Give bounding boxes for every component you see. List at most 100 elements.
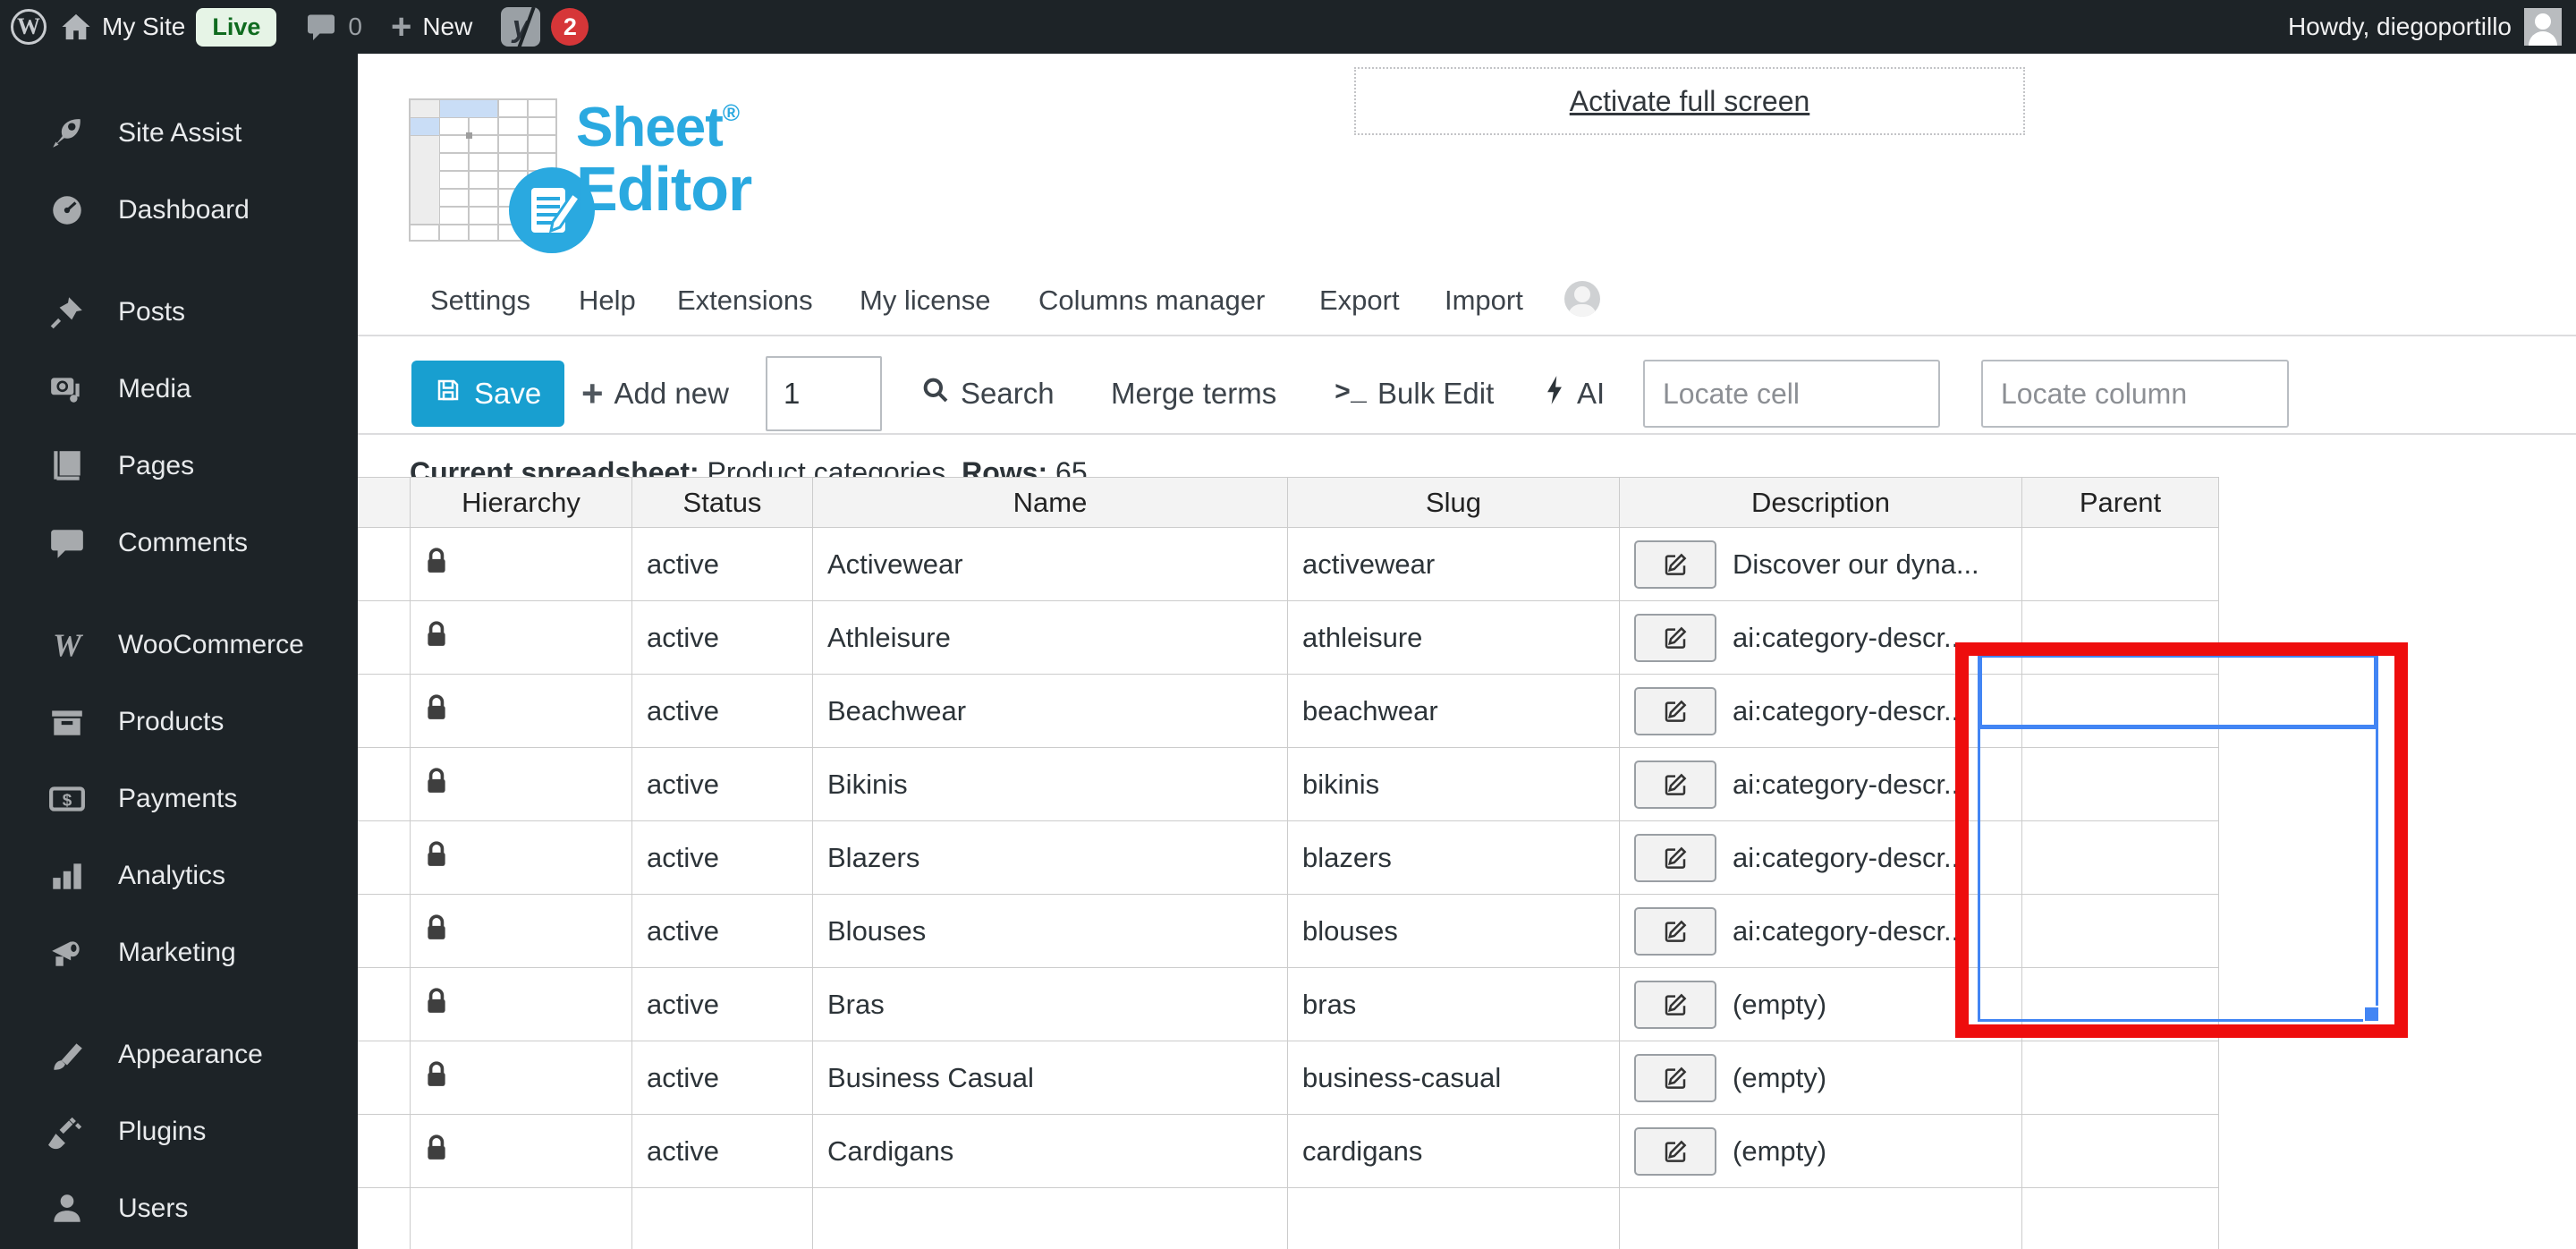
cell-parent[interactable] — [2021, 600, 2219, 675]
cell-status[interactable]: active — [631, 1041, 813, 1115]
cell-slug[interactable]: activewear — [1287, 527, 1620, 601]
admin-bar-account[interactable]: Howdy, diegoportillo — [2288, 8, 2576, 46]
header-slug[interactable]: Slug — [1287, 477, 1620, 528]
ai-button[interactable]: AI — [1543, 375, 1605, 412]
cell-status[interactable]: active — [631, 894, 813, 968]
cell-name[interactable]: Athleisure — [812, 600, 1288, 675]
cell-hierarchy[interactable] — [410, 600, 632, 675]
cell-parent[interactable] — [2021, 1041, 2219, 1115]
sidebar-item-plugins[interactable]: Plugins — [0, 1093, 358, 1170]
locate-cell-input[interactable] — [1643, 360, 1940, 428]
cell-description[interactable]: (empty) — [1619, 967, 2022, 1041]
menu-columns-manager[interactable]: Columns manager — [1038, 285, 1265, 317]
sidebar-item-comments[interactable]: Comments — [0, 505, 358, 582]
cell-status[interactable]: active — [631, 527, 813, 601]
merge-terms-button[interactable]: Merge terms — [1111, 377, 1276, 411]
sidebar-item-pages[interactable]: Pages — [0, 428, 358, 505]
sidebar-item-appearance[interactable]: Appearance — [0, 1016, 358, 1093]
cell-slug[interactable]: beachwear — [1287, 674, 1620, 748]
cell-slug[interactable]: bras — [1287, 967, 1620, 1041]
cell-parent[interactable] — [2021, 747, 2219, 821]
cell-status[interactable]: active — [631, 674, 813, 748]
menu-export[interactable]: Export — [1319, 285, 1400, 317]
admin-bar-comments[interactable]: 0 — [291, 0, 377, 54]
cell-hierarchy[interactable] — [410, 1041, 632, 1115]
cell-description[interactable]: (empty) — [1619, 1041, 2022, 1115]
sidebar-item-marketing[interactable]: Marketing — [0, 914, 358, 991]
save-button[interactable]: Save — [411, 361, 565, 427]
cell-name[interactable]: Blouses — [812, 894, 1288, 968]
cell-status[interactable]: active — [631, 967, 813, 1041]
cell-hierarchy[interactable] — [410, 674, 632, 748]
add-count-input[interactable] — [766, 356, 882, 431]
cell-description-selected[interactable]: ai:category-descr... — [1619, 600, 2022, 675]
cell-status[interactable]: active — [631, 600, 813, 675]
cell-name[interactable]: Business Casual — [812, 1041, 1288, 1115]
cell-name[interactable]: Blazers — [812, 820, 1288, 895]
sidebar-item-users[interactable]: Users — [0, 1170, 358, 1247]
locate-column-input[interactable] — [1981, 360, 2289, 428]
cell-slug[interactable]: business-casual — [1287, 1041, 1620, 1115]
cell-hierarchy[interactable] — [410, 1114, 632, 1188]
cell-hierarchy[interactable] — [410, 747, 632, 821]
header-parent[interactable]: Parent — [2021, 477, 2219, 528]
menu-help[interactable]: Help — [579, 285, 636, 317]
cell-parent[interactable] — [2021, 967, 2219, 1041]
edit-description-button[interactable] — [1634, 760, 1716, 809]
header-hierarchy[interactable]: Hierarchy — [410, 477, 632, 528]
cell-hierarchy[interactable] — [410, 527, 632, 601]
cell-name[interactable]: Beachwear — [812, 674, 1288, 748]
edit-description-button[interactable] — [1634, 1053, 1716, 1102]
cell-hierarchy[interactable] — [410, 894, 632, 968]
sidebar-item-posts[interactable]: Posts — [0, 274, 358, 351]
sidebar-item-payments[interactable]: $ Payments — [0, 760, 358, 837]
header-status[interactable]: Status — [631, 477, 813, 528]
cell-name[interactable]: Activewear — [812, 527, 1288, 601]
fill-handle[interactable] — [2363, 1006, 2380, 1023]
cell-hierarchy[interactable] — [410, 967, 632, 1041]
cell-parent[interactable] — [2021, 674, 2219, 748]
header-name[interactable]: Name — [812, 477, 1288, 528]
menu-avatar-icon[interactable] — [1564, 281, 1600, 317]
sidebar-item-products[interactable]: Products — [0, 684, 358, 760]
cell-description-selected[interactable]: ai:category-descr... — [1619, 674, 2022, 748]
edit-description-button[interactable] — [1634, 686, 1716, 735]
cell-parent[interactable] — [2021, 1114, 2219, 1188]
cell-name[interactable]: Bikinis — [812, 747, 1288, 821]
cell-name[interactable]: Bras — [812, 967, 1288, 1041]
cell-description-selected[interactable]: ai:category-descr... — [1619, 820, 2022, 895]
menu-my-license[interactable]: My license — [860, 285, 990, 317]
menu-extensions[interactable]: Extensions — [677, 285, 813, 317]
cell-description-selected[interactable]: ai:category-descr... — [1619, 894, 2022, 968]
edit-description-button[interactable] — [1634, 613, 1716, 662]
edit-description-button[interactable] — [1634, 1126, 1716, 1176]
admin-bar-yoast[interactable]: y 2 — [487, 0, 603, 54]
admin-bar-new[interactable]: + New — [377, 0, 487, 54]
edit-description-button[interactable] — [1634, 833, 1716, 882]
sidebar-item-media[interactable]: Media — [0, 351, 358, 428]
wordpress-logo-icon[interactable]: W — [11, 9, 47, 45]
cell-slug[interactable]: bikinis — [1287, 747, 1620, 821]
sidebar-item-analytics[interactable]: Analytics — [0, 837, 358, 914]
cell-slug[interactable]: cardigans — [1287, 1114, 1620, 1188]
sidebar-item-woocommerce[interactable]: W WooCommerce — [0, 607, 358, 684]
header-description[interactable]: Description — [1619, 477, 2022, 528]
cell-status[interactable]: active — [631, 1114, 813, 1188]
activate-fullscreen-link[interactable]: Activate full screen — [1570, 85, 1810, 118]
add-new-button[interactable]: + Add new — [581, 375, 729, 412]
cell-description[interactable]: (empty) — [1619, 1114, 2022, 1188]
cell-hierarchy[interactable] — [410, 820, 632, 895]
cell-slug[interactable]: blazers — [1287, 820, 1620, 895]
cell-parent[interactable] — [2021, 527, 2219, 601]
edit-description-button[interactable] — [1634, 980, 1716, 1029]
search-button[interactable]: Search — [921, 376, 1055, 412]
edit-description-button[interactable] — [1634, 906, 1716, 956]
cell-parent[interactable] — [2021, 820, 2219, 895]
bulk-edit-button[interactable]: >_ Bulk Edit — [1335, 377, 1494, 411]
cell-parent[interactable] — [2021, 894, 2219, 968]
cell-name[interactable]: Cardigans — [812, 1114, 1288, 1188]
cell-slug[interactable]: blouses — [1287, 894, 1620, 968]
sidebar-item-site-assist[interactable]: Site Assist — [0, 95, 358, 172]
sidebar-item-dashboard[interactable]: Dashboard — [0, 172, 358, 249]
cell-slug[interactable]: athleisure — [1287, 600, 1620, 675]
